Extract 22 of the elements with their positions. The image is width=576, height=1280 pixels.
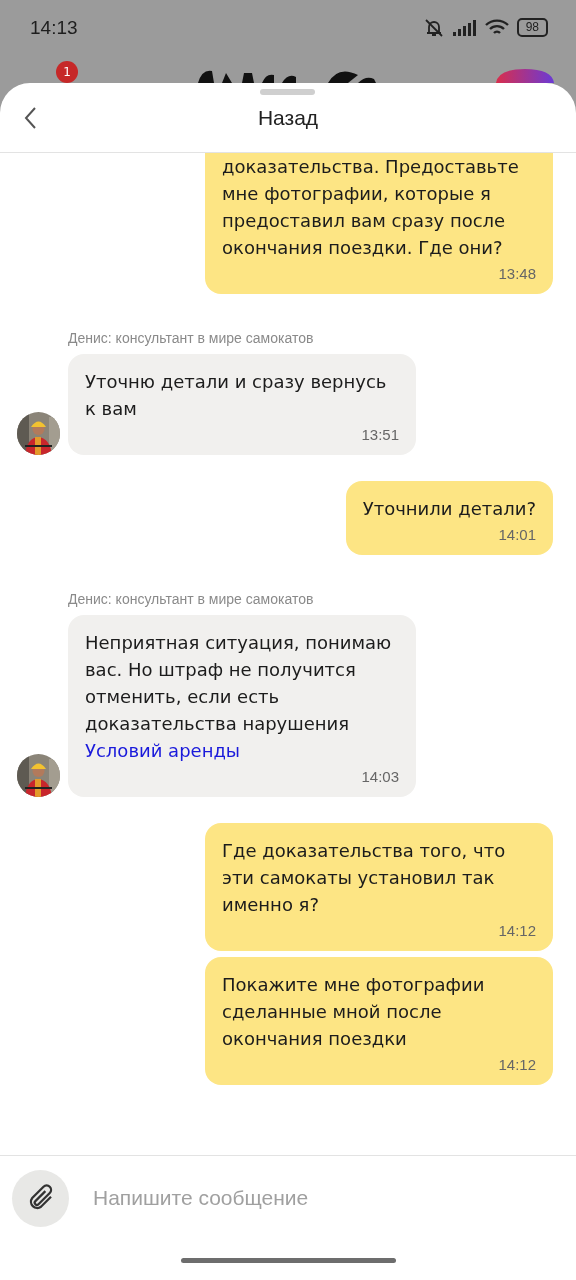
message-text: Уточню детали и сразу вернусь к вам [85,370,388,421]
message-time: 13:48 [498,265,536,282]
header-title: Назад [257,105,319,130]
notification-badge: 1 [56,61,78,83]
message-text: доказательства. Предоставьте мне фотографии, которые я предоставил вам сразу после окончания поездки. Где они? [222,155,520,260]
message-time: 14:12 [498,1056,536,1073]
muted-bell-icon [422,17,445,38]
battery-level: 98 [516,18,548,37]
message-text: Неприятная ситуация, понимаю вас. Но штраф не получится отменить, если есть доказательства нарушения Условий аренды [85,631,393,763]
message-time: 14:12 [498,922,536,939]
message-time: 14:01 [498,526,536,543]
message-time: 14:03 [361,768,399,785]
sender-name: Денис: консультант в мире самокатов [68,591,315,607]
message-text: Где доказательства того, что эти самокаты установил так именно я? [222,839,507,917]
message-time: 13:51 [361,426,399,443]
message-text: Покажите мне фотографии сделанные мной после окончания поездки [222,973,486,1051]
message-text: Уточнили детали? [362,497,536,521]
link[interactable]: Условий аренды [85,740,241,761]
sender-name: Денис: консультант в мире самокатов [68,330,315,346]
avatar-icon [496,69,554,83]
signal-icon [452,19,477,36]
status-time: 14:13 [30,16,78,39]
